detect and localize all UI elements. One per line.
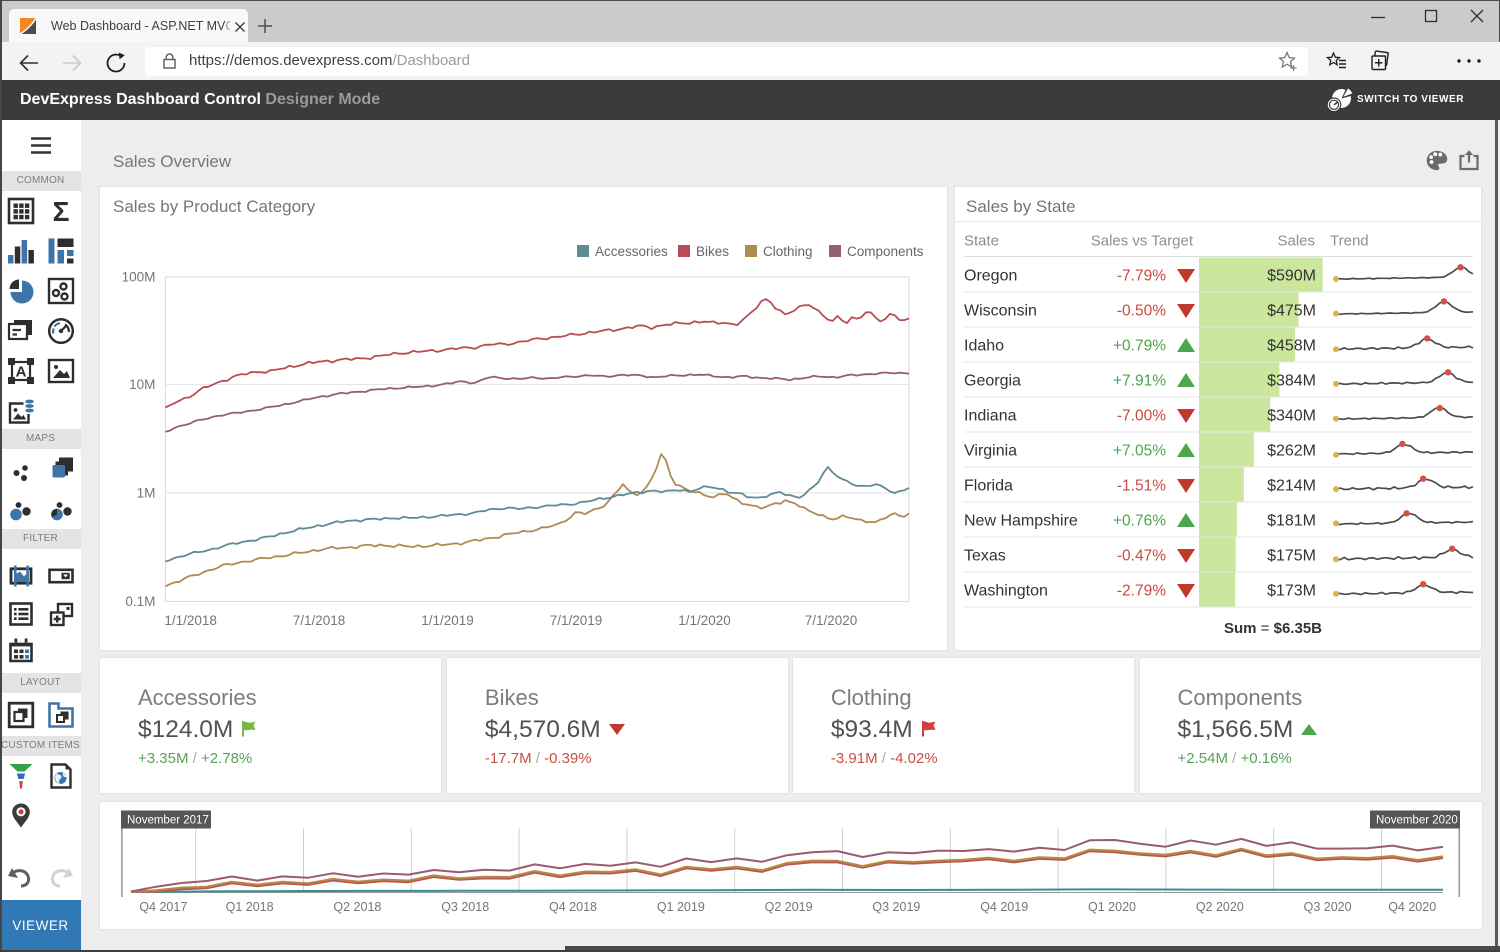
svg-text:November 2017: November 2017 <box>127 815 209 827</box>
svg-text:New Hampshire: New Hampshire <box>964 513 1078 530</box>
svg-text:Σ: Σ <box>53 197 70 225</box>
svg-text:Q2 2019: Q2 2019 <box>765 900 813 914</box>
svg-text:Florida: Florida <box>964 478 1013 495</box>
svg-text:Trend: Trend <box>1330 233 1369 250</box>
svg-text:November 2020: November 2020 <box>1376 815 1458 827</box>
svg-text:$458M: $458M <box>1267 338 1316 355</box>
svg-text:Sum = $6.35B: Sum = $6.35B <box>1224 620 1322 637</box>
svg-text:$173M: $173M <box>1267 583 1316 600</box>
svg-text:Clothing: Clothing <box>763 244 813 259</box>
svg-text:Bikes: Bikes <box>696 244 729 259</box>
svg-text:$340M: $340M <box>1267 408 1316 425</box>
svg-text:10M: 10M <box>129 377 155 392</box>
svg-text:$262M: $262M <box>1267 443 1316 460</box>
svg-text:100M: 100M <box>122 269 156 284</box>
svg-text:Components: Components <box>847 244 924 259</box>
svg-text:+0.76%: +0.76% <box>1113 513 1166 530</box>
svg-text:Q1 2019: Q1 2019 <box>657 900 705 914</box>
svg-text:$214M: $214M <box>1267 478 1316 495</box>
svg-text:-1.51%: -1.51% <box>1117 478 1166 495</box>
svg-text:-7.79%: -7.79% <box>1117 268 1166 285</box>
svg-text:+7.05%: +7.05% <box>1113 443 1166 460</box>
svg-text:-7.00%: -7.00% <box>1117 408 1166 425</box>
svg-text:Texas: Texas <box>964 548 1006 565</box>
svg-text:Idaho: Idaho <box>964 338 1004 355</box>
svg-text:7/1/2020: 7/1/2020 <box>805 613 858 628</box>
svg-text:$181M: $181M <box>1267 513 1316 530</box>
svg-text:$175M: $175M <box>1267 548 1316 565</box>
svg-text:Accessories: Accessories <box>595 244 668 259</box>
svg-text:Q2 2018: Q2 2018 <box>333 900 381 914</box>
svg-text:Wisconsin: Wisconsin <box>964 303 1037 320</box>
svg-text:$590M: $590M <box>1267 268 1316 285</box>
svg-text:State: State <box>964 233 999 250</box>
svg-text:-2.79%: -2.79% <box>1117 583 1166 600</box>
svg-text:A: A <box>16 363 27 380</box>
svg-text:$384M: $384M <box>1267 373 1316 390</box>
svg-text:7/1/2019: 7/1/2019 <box>550 613 603 628</box>
svg-text:Q4 2018: Q4 2018 <box>549 900 597 914</box>
svg-text:Q3 2019: Q3 2019 <box>872 900 920 914</box>
svg-text:Indiana: Indiana <box>964 408 1017 425</box>
svg-text:Washington: Washington <box>964 583 1048 600</box>
svg-text:Q4 2019: Q4 2019 <box>980 900 1028 914</box>
svg-text:Q1 2020: Q1 2020 <box>1088 900 1136 914</box>
svg-text:Virginia: Virginia <box>964 443 1017 460</box>
svg-text:0.1M: 0.1M <box>125 594 155 609</box>
svg-text:1/1/2018: 1/1/2018 <box>164 613 217 628</box>
svg-text:Q2 2020: Q2 2020 <box>1196 900 1244 914</box>
svg-text:Q3 2020: Q3 2020 <box>1304 900 1352 914</box>
svg-text:7/1/2018: 7/1/2018 <box>293 613 346 628</box>
svg-text:Q3 2018: Q3 2018 <box>441 900 489 914</box>
svg-text:1/1/2019: 1/1/2019 <box>421 613 474 628</box>
svg-text:Sales: Sales <box>1277 233 1315 250</box>
svg-text:Q1 2018: Q1 2018 <box>226 900 274 914</box>
svg-text:+0.79%: +0.79% <box>1113 338 1166 355</box>
svg-text:Q4 2017: Q4 2017 <box>139 900 187 914</box>
svg-text:-0.47%: -0.47% <box>1117 548 1166 565</box>
svg-text:$475M: $475M <box>1267 303 1316 320</box>
svg-text:-0.50%: -0.50% <box>1117 303 1166 320</box>
svg-text:Sales vs Target: Sales vs Target <box>1091 233 1194 250</box>
svg-text:+7.91%: +7.91% <box>1113 373 1166 390</box>
svg-text:1M: 1M <box>137 485 156 500</box>
svg-text:Q4 2020: Q4 2020 <box>1388 900 1436 914</box>
svg-text:1/1/2020: 1/1/2020 <box>678 613 731 628</box>
svg-text:Oregon: Oregon <box>964 268 1017 285</box>
svg-text:Georgia: Georgia <box>964 373 1021 390</box>
